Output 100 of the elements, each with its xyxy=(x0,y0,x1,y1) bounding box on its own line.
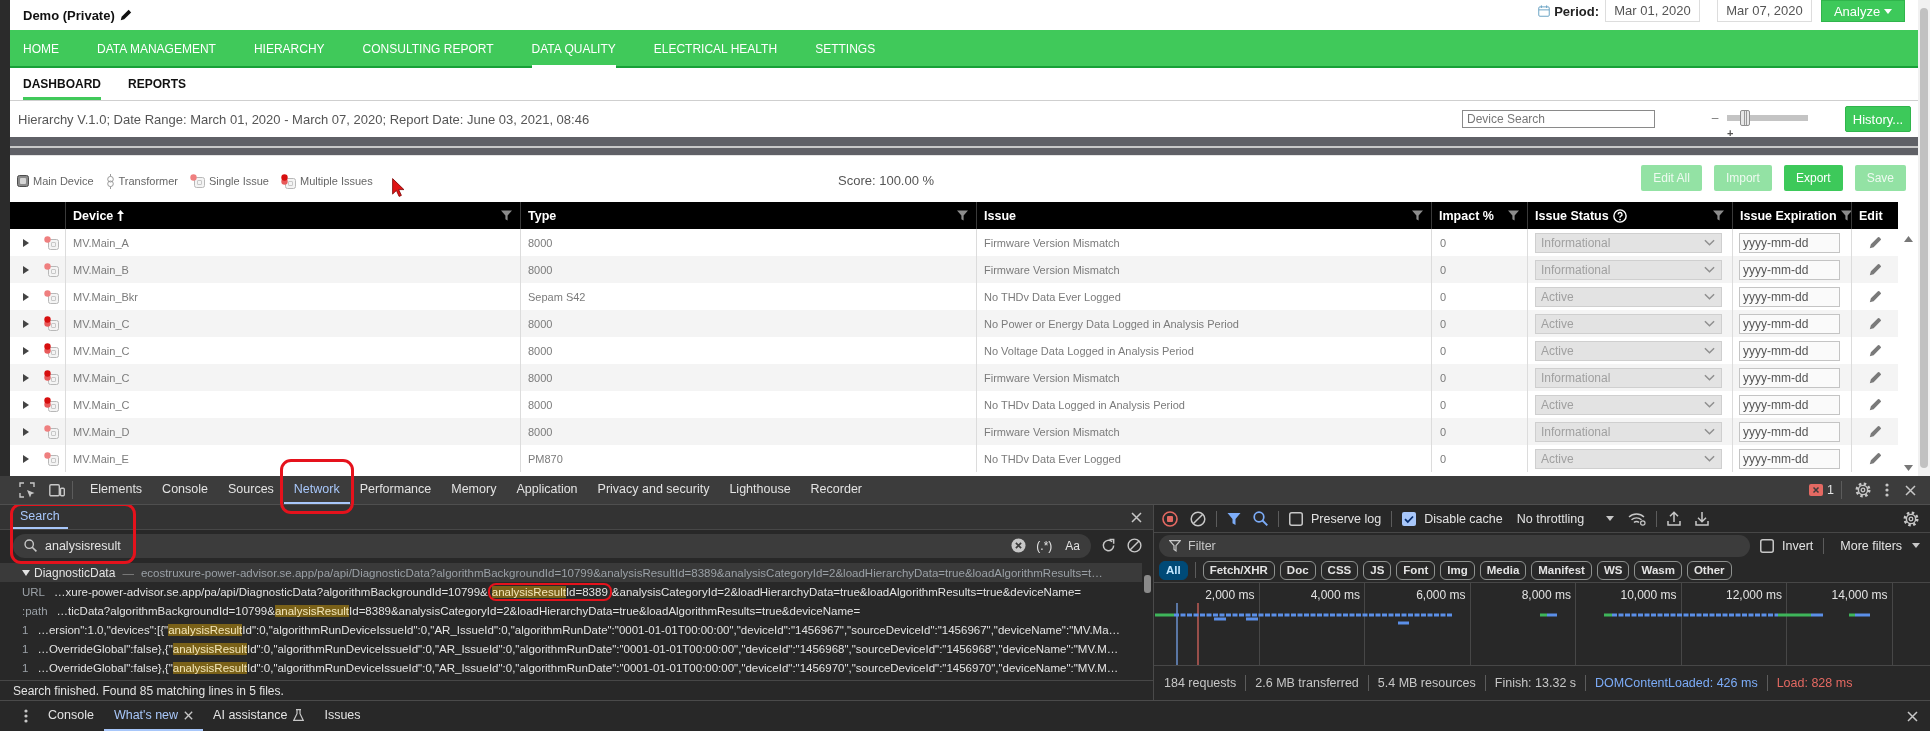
more-filters-dropdown[interactable]: More filters xyxy=(1840,538,1921,553)
caret-right-icon[interactable] xyxy=(23,400,29,409)
drawer-tab[interactable]: AI assistance xyxy=(203,701,315,731)
help-icon[interactable] xyxy=(1612,208,1627,223)
scroll-up-icon[interactable] xyxy=(1903,236,1913,242)
checkbox[interactable] xyxy=(1289,511,1303,526)
type-filter-chip[interactable]: Manifest xyxy=(1531,560,1592,580)
checkbox[interactable] xyxy=(1402,511,1417,526)
caret-right-icon[interactable] xyxy=(23,265,29,274)
type-filter-chip[interactable]: Other xyxy=(1686,560,1732,580)
settings-icon[interactable] xyxy=(1903,510,1919,527)
type-filter-chip[interactable]: Wasm xyxy=(1634,560,1682,580)
devtools-tab[interactable]: Lighthouse xyxy=(719,476,801,504)
slider-thumb[interactable] xyxy=(1739,110,1750,126)
filter-icon[interactable] xyxy=(1713,210,1724,221)
search-field[interactable]: analysisresult (.*) Aa xyxy=(13,533,1091,558)
clear-icon[interactable] xyxy=(1011,538,1027,553)
caret-right-icon[interactable] xyxy=(23,292,29,301)
search-tab[interactable]: Search xyxy=(12,505,68,529)
close-icon[interactable] xyxy=(1907,710,1918,722)
expiration-field[interactable]: yyyy-mm-dd xyxy=(1739,313,1840,334)
scroll-down-icon[interactable] xyxy=(1903,465,1913,471)
throttling-dropdown[interactable]: No throttling xyxy=(1516,511,1615,526)
devtools-tab[interactable]: Privacy and security xyxy=(587,476,720,504)
expiration-field[interactable]: yyyy-mm-dd xyxy=(1739,448,1840,469)
end-date-field[interactable]: Mar 07, 2020 xyxy=(1717,0,1812,22)
checkbox-label[interactable]: Disable cache xyxy=(1424,511,1503,526)
type-filter-chip[interactable]: Fetch/XHR xyxy=(1202,560,1275,580)
zoom-in-label[interactable]: + xyxy=(1727,128,1734,138)
settings-icon[interactable] xyxy=(1855,482,1871,498)
case-toggle[interactable]: Aa xyxy=(1062,538,1083,553)
devtools-tab[interactable]: Performance xyxy=(349,476,442,504)
sort-up-arrow-icon[interactable] xyxy=(117,210,125,221)
drawer-tab[interactable]: Console xyxy=(38,701,104,731)
expiration-field[interactable]: yyyy-mm-dd xyxy=(1739,421,1840,442)
type-filter-chip[interactable]: All xyxy=(1159,560,1188,580)
type-filter-chip[interactable]: Doc xyxy=(1279,560,1316,580)
filter-icon[interactable] xyxy=(1412,210,1423,221)
match-text[interactable]: …ticData?algorithmBackgroundId=10799&analysisResultId=8389&analysisCategoryId=2&loadHierarchyData=true&loadAlgorithmResults=true&deviceName= xyxy=(56,601,861,620)
expiration-field[interactable]: yyyy-mm-dd xyxy=(1739,259,1840,280)
caret-right-icon[interactable] xyxy=(23,373,29,382)
filter-icon[interactable] xyxy=(1508,210,1519,221)
stop-recording-icon[interactable] xyxy=(1162,510,1178,527)
devtools-tab[interactable]: Application xyxy=(506,476,588,504)
slashed-circle-icon[interactable] xyxy=(1127,538,1142,553)
caret-right-icon[interactable] xyxy=(23,346,29,355)
type-filter-chip[interactable]: Media xyxy=(1479,560,1527,580)
caret-right-icon[interactable] xyxy=(23,427,29,436)
devtools-tab[interactable]: Sources xyxy=(218,476,284,504)
sub-tab[interactable]: REPORTS xyxy=(128,68,186,100)
device-search-field[interactable]: Device Search xyxy=(1462,110,1655,128)
type-filter-chip[interactable]: WS xyxy=(1596,560,1630,580)
download-icon[interactable] xyxy=(1695,511,1710,526)
expiration-field[interactable]: yyyy-mm-dd xyxy=(1739,232,1840,253)
caret-right-icon[interactable] xyxy=(23,238,29,247)
more-icon[interactable] xyxy=(24,709,28,723)
devtools-tab[interactable]: Memory xyxy=(441,476,507,504)
caret-down-icon[interactable] xyxy=(22,569,30,576)
filter-icon[interactable] xyxy=(501,210,512,221)
type-filter-chip[interactable]: Img xyxy=(1440,560,1475,580)
devtools-tab[interactable]: Console xyxy=(152,476,218,504)
devtools-tab[interactable]: Elements xyxy=(80,476,153,504)
checkbox[interactable] xyxy=(1760,538,1774,553)
filter-icon[interactable] xyxy=(1227,511,1241,526)
zoom-out-label[interactable]: – xyxy=(1710,108,1720,128)
more-icon[interactable] xyxy=(1885,483,1889,497)
close-icon[interactable] xyxy=(184,710,194,720)
drawer-tab[interactable]: Issues xyxy=(314,701,371,731)
match-text[interactable]: …ersion":1.0,"devices":[{"analysisResultId":0,"algorithmRunDeviceIssueId":0,"AR_IssueId":0,"algorithmRunDate":"0001-01-01T00:00:00","deviceId":"1456967","sourceDeviceId":"1456967","deviceName":"MV.Ma… xyxy=(37,620,1121,639)
scrollbar-thumb[interactable] xyxy=(1144,575,1151,593)
match-text[interactable]: …OverrideGlobal":false},{"analysisResultId":0,"algorithmRunDeviceIssueId":0,"AR_IssueId":0,"algorithmRunDate":"0001-01-01T00:00:00","deviceId":"1456970","sourceDeviceId":"1456970","deviceName":"MV.M… xyxy=(37,658,1119,677)
expiration-field[interactable]: yyyy-mm-dd xyxy=(1739,367,1840,388)
wifi-settings-icon[interactable] xyxy=(1628,511,1647,526)
inspect-icon[interactable] xyxy=(19,482,35,498)
scrollbar-thumb[interactable] xyxy=(1920,8,1928,468)
match-text[interactable]: …xure-power-advisor.se.app/pa/api/DiagnosticData?algorithmBackgroundId=10799& analysisResultId=8389 &analysisCategoryId=2&loadHierarchyData=true&loadAlgorithmResults=true&deviceName= xyxy=(54,582,1081,601)
start-date-field[interactable]: Mar 01, 2020 xyxy=(1605,0,1700,22)
devices-icon[interactable] xyxy=(49,482,65,498)
checkbox-label[interactable]: Invert xyxy=(1782,538,1814,553)
checkbox-label[interactable]: Preserve log xyxy=(1311,511,1382,526)
caret-right-icon[interactable] xyxy=(23,454,29,463)
search-icon[interactable] xyxy=(1253,511,1268,526)
slashed-circle-icon[interactable] xyxy=(1190,510,1206,527)
expiration-field[interactable]: yyyy-mm-dd xyxy=(1739,340,1840,361)
devtools-tab[interactable]: Recorder xyxy=(800,476,872,504)
close-icon[interactable] xyxy=(1905,484,1916,496)
caret-right-icon[interactable] xyxy=(23,319,29,328)
error-counter[interactable]: 1 xyxy=(1809,483,1834,497)
pencil-icon[interactable] xyxy=(119,9,132,21)
splitter-bar[interactable] xyxy=(10,137,1918,156)
expiration-field[interactable]: yyyy-mm-dd xyxy=(1739,394,1840,415)
filter-icon[interactable] xyxy=(957,210,968,221)
type-filter-chip[interactable]: Font xyxy=(1396,560,1436,580)
refresh-icon[interactable] xyxy=(1101,538,1116,553)
expiration-field[interactable]: yyyy-mm-dd xyxy=(1739,286,1840,307)
regex-toggle[interactable]: (.*) xyxy=(1033,538,1056,553)
match-text[interactable]: …OverrideGlobal":false},{"analysisResultId":0,"algorithmRunDeviceIssueId":0,"AR_IssueId":0,"algorithmRunDate":"0001-01-01T00:00:00","deviceId":"1456968","sourceDeviceId":"1456968","deviceName":"MV.M… xyxy=(37,639,1119,658)
drawer-tab[interactable]: What's new xyxy=(103,701,204,731)
upload-icon[interactable] xyxy=(1667,511,1682,526)
result-file-row[interactable]: DiagnosticData — ecostruxure-power-advisor.se.app/pa/api/DiagnosticData?algorithmBackgroundId=10799&analysisResultId=8389&analysisCategoryId=2&loadHierarchyData=true&loadAlgorithmResults=t… xyxy=(0,563,1142,582)
